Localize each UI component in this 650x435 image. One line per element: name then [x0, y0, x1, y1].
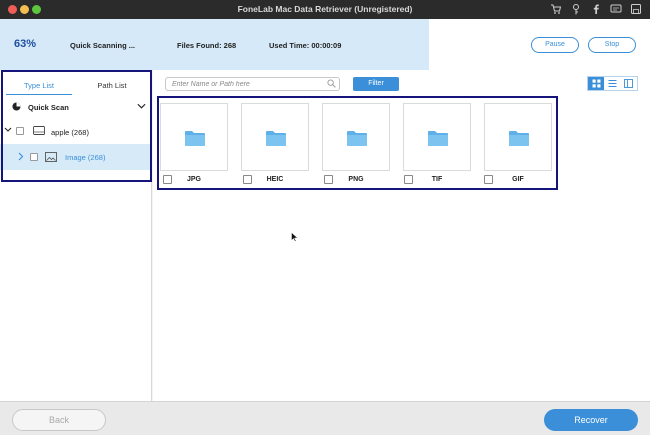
image-icon — [45, 152, 57, 162]
list-view-icon[interactable] — [604, 77, 620, 90]
chevron-down-icon[interactable] — [137, 103, 146, 110]
pause-button[interactable]: Pause — [531, 37, 579, 53]
scan-percent: 63% — [14, 38, 37, 50]
sidebar: Type List Path List Quick Scan apple (26… — [0, 70, 152, 401]
folder-tile-jpg[interactable] — [160, 103, 228, 171]
folder-label-gif: GIF — [512, 176, 524, 183]
filter-button[interactable]: Filter — [353, 77, 399, 91]
folder-icon — [266, 131, 286, 146]
scan-mode-selector[interactable]: Quick Scan — [0, 96, 152, 120]
search-icon[interactable] — [327, 79, 336, 88]
recover-button[interactable]: Recover — [544, 409, 638, 431]
folder-label-tif: TIF — [431, 176, 443, 183]
save-icon[interactable] — [630, 3, 642, 15]
folder-tile-png[interactable] — [322, 103, 390, 171]
tree-item-apple[interactable]: apple (268) — [0, 120, 152, 144]
folder-label-png: PNG — [348, 176, 364, 183]
grid-view-icon[interactable] — [588, 77, 605, 90]
folder-tile-heic[interactable] — [241, 103, 309, 171]
scan-status-text: Quick Scanning ... — [70, 41, 136, 50]
tab-type-list[interactable]: Type List — [5, 81, 73, 90]
back-button[interactable]: Back — [12, 409, 106, 431]
folder-icon — [428, 131, 448, 146]
tree-item-image[interactable]: Image (268) — [0, 144, 152, 170]
drive-icon — [33, 126, 45, 135]
folder-icon — [509, 131, 529, 146]
bottom-bar: Back Recover — [0, 401, 650, 435]
main-content: Filter JPG HEIC PNG TIF — [153, 70, 650, 401]
checkbox-apple[interactable] — [16, 127, 24, 135]
pie-icon — [12, 102, 21, 111]
search-input[interactable] — [165, 77, 340, 91]
expand-chevron-icon[interactable] — [4, 127, 12, 133]
tree-item-apple-label: apple (268) — [51, 128, 89, 137]
folder-icon — [185, 131, 205, 146]
folder-tile-tif[interactable] — [403, 103, 471, 171]
folder-label-jpg: JPG — [186, 176, 201, 183]
cart-icon[interactable] — [550, 3, 562, 15]
sidebar-tabs: Type List Path List — [0, 70, 152, 96]
tree-item-image-label: Image (268) — [65, 153, 106, 162]
files-found-count: Files Found: 268 — [177, 41, 237, 50]
chevron-right-icon[interactable] — [18, 152, 24, 161]
used-time: Used Time: 00:00:09 — [269, 41, 342, 50]
folder-icon — [347, 131, 367, 146]
facebook-icon[interactable] — [590, 3, 602, 15]
scan-mode-label: Quick Scan — [28, 103, 69, 112]
folder-label-heic: HEIC — [266, 176, 284, 183]
column-view-icon[interactable] — [621, 77, 637, 90]
key-icon[interactable] — [570, 3, 582, 15]
chat-icon[interactable] — [610, 3, 622, 15]
folder-tile-gif[interactable] — [484, 103, 552, 171]
tab-path-list[interactable]: Path List — [78, 81, 146, 90]
title-bar: FoneLab Mac Data Retriever (Unregistered… — [0, 0, 650, 19]
stop-button[interactable]: Stop — [588, 37, 636, 53]
checkbox-image[interactable] — [30, 153, 38, 161]
view-mode-switch — [587, 76, 638, 91]
mouse-cursor-icon — [291, 232, 298, 242]
active-tab-indicator — [6, 94, 72, 95]
scan-progress-bar: 63% Quick Scanning ... Files Found: 268 … — [0, 19, 650, 70]
